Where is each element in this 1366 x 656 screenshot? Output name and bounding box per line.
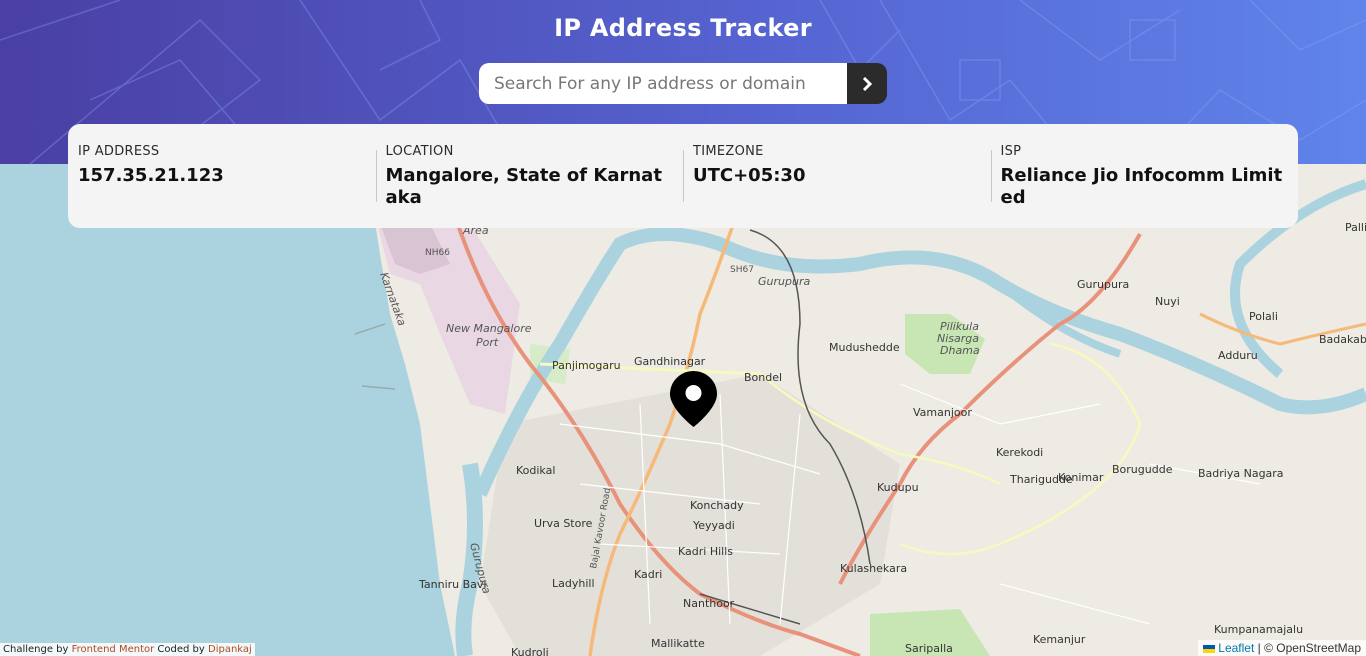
page-title: IP Address Tracker [554,14,812,42]
svg-text:Gurupura: Gurupura [1077,278,1129,291]
chevron-right-icon [862,76,872,91]
svg-text:Kudroli: Kudroli [511,646,549,656]
svg-text:Yeyyadi: Yeyyadi [692,519,735,532]
challenge-by-text: Challenge by [3,644,69,655]
svg-text:Urva Store: Urva Store [534,517,593,530]
svg-text:Nuyi: Nuyi [1155,295,1180,308]
svg-text:Kadri Hills: Kadri Hills [678,545,733,558]
coded-by-text: Coded by [157,644,205,655]
svg-text:NH66: NH66 [425,248,450,258]
info-label: LOCATION [385,144,454,159]
info-label: ISP [1000,144,1022,159]
svg-text:Nanthoor: Nanthoor [683,597,735,610]
svg-text:Badakaba: Badakaba [1319,333,1366,346]
location-value: Mangalore, State of Karnataka [385,165,662,208]
info-location: LOCATION Mangalore, State of Karnataka [375,144,684,228]
svg-text:Kumpanamajalu: Kumpanamajalu [1214,623,1303,636]
search-bar [479,63,887,104]
svg-text:Bondel: Bondel [744,371,782,384]
frontend-mentor-link[interactable]: Frontend Mentor [72,644,155,655]
attribution-separator: | [1257,641,1261,655]
author-link[interactable]: Dipankaj [208,644,252,655]
svg-text:Tanniru Bavi: Tanniru Bavi [418,578,486,591]
svg-text:Polali: Polali [1249,310,1278,323]
svg-text:Badriya Nagara: Badriya Nagara [1198,467,1284,480]
svg-text:Boruguddе: Boruguddе [1112,463,1173,476]
leaflet-link[interactable]: Leaflet [1218,641,1254,655]
svg-text:Mallikatte: Mallikatte [651,637,705,650]
svg-text:Kemanjur: Kemanjur [1033,633,1086,646]
isp-value: Reliance Jio Infocomm Limited [1000,165,1283,208]
svg-text:Vamanjoor: Vamanjoor [913,406,972,419]
svg-text:Port: Port [476,336,499,349]
info-timezone: TIMEZONE UTC+05:30 [683,144,991,228]
svg-text:Kodikal: Kodikal [516,464,555,477]
svg-text:Gurupura: Gurupura [758,275,810,288]
ip-info-card: IP ADDRESS 157.35.21.123 LOCATION Mangal… [68,124,1298,228]
svg-text:Dhama: Dhama [940,344,980,357]
svg-text:Kadri: Kadri [634,568,662,581]
location-pin-icon[interactable] [670,371,717,427]
svg-text:Gandhinagar: Gandhinagar [634,355,706,368]
osm-attribution: © OpenStreetMap [1264,641,1361,655]
svg-text:Adduru: Adduru [1218,349,1258,362]
info-ip-address: IP ADDRESS 157.35.21.123 [68,144,376,228]
ukraine-flag-icon [1203,644,1216,653]
svg-text:Palli: Palli [1345,221,1366,234]
svg-text:Mudushedde: Mudushedde [829,341,900,354]
svg-text:Kulashekara: Kulashekara [840,562,907,575]
svg-text:SH67: SH67 [730,265,754,275]
map-attribution: Leaflet | © OpenStreetMap [1198,640,1366,656]
svg-text:Ladyhill: Ladyhill [552,577,595,590]
timezone-value: UTC+05:30 [693,165,806,186]
svg-text:New Mangalore: New Mangalore [446,322,532,335]
info-isp: ISP Reliance Jio Infocomm Limited [990,144,1299,228]
svg-text:Saripalla: Saripalla [905,642,953,655]
search-input[interactable] [479,63,847,104]
svg-text:Panjimogaru: Panjimogaru [552,359,621,372]
ip-address-value: 157.35.21.123 [78,165,224,186]
info-label: TIMEZONE [693,144,764,159]
search-submit-button[interactable] [847,63,887,104]
attribution-footer: Challenge by Frontend Mentor Coded by Di… [0,643,255,656]
svg-text:Konchady: Konchady [690,499,744,512]
info-label: IP ADDRESS [78,144,160,159]
svg-text:Kerekodi: Kerekodi [996,446,1043,459]
svg-text:Kudupu: Kudupu [877,481,919,494]
svg-text:Konimar: Konimar [1058,471,1104,484]
